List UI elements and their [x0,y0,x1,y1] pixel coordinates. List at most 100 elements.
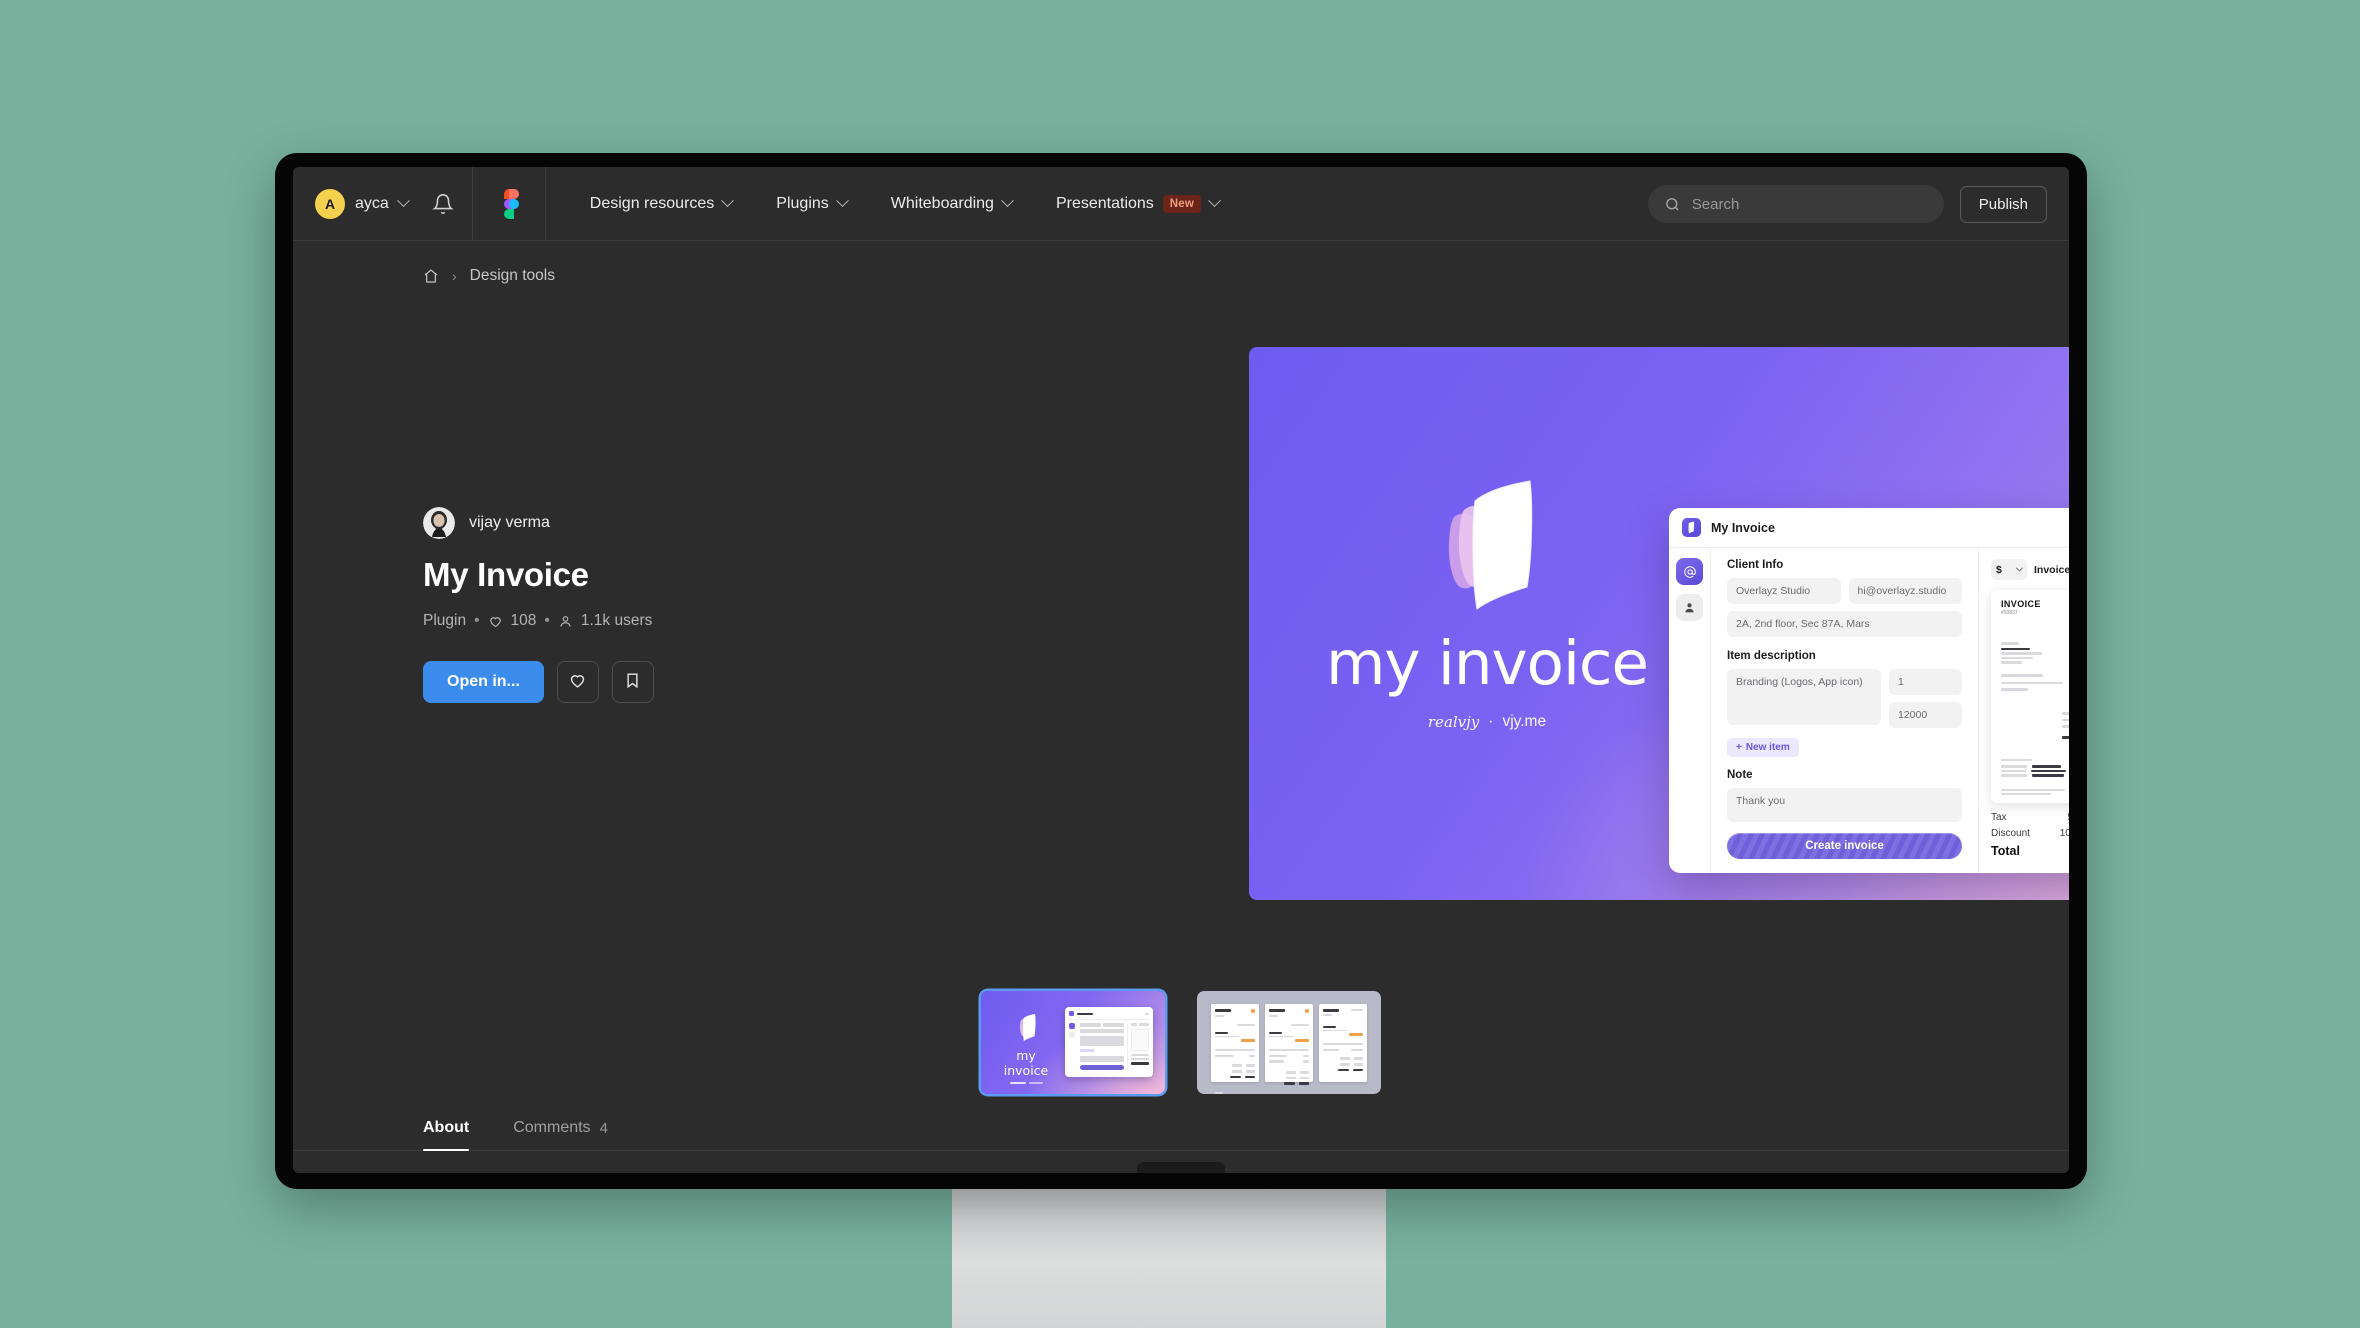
dialog-title: My Invoice [1711,520,1775,535]
thumbnail-cover-dialog [1065,1007,1153,1077]
item-number-fields: 1 12000 [1889,669,1962,728]
nav-link-label: Presentations [1055,194,1154,212]
hero-brand: my invoice realvjy · vjy.me [1322,477,1652,731]
tab-label: Comments [513,1119,591,1136]
breadcrumb: › Design tools [293,241,2069,285]
address-field[interactable]: 2A, 2nd floor, Sec 87A, Mars [1727,611,1962,637]
invoice-number-label: Invoice # [2034,563,2069,576]
like-button[interactable] [556,661,599,703]
nav-link-label: Plugins [776,194,829,212]
create-invoice-button[interactable]: Create invoice [1727,833,1962,859]
dialog-body: Client Info Overlayz Studio hi@overlayz.… [1669,548,2069,873]
hero-preview[interactable]: my invoice realvjy · vjy.me My Invoice C… [1249,347,2069,900]
dialog-invoice-preview: $ Invoice # 93837 INVOICE #93837 [1978,548,2069,873]
invoice-card-title: INVOICE [2001,599,2041,609]
person-icon [558,614,573,629]
invoice-card-number: #93837 [2001,610,2018,616]
thumbnail-cover[interactable]: my invoice [981,991,1165,1094]
dialog-form: Client Info Overlayz Studio hi@overlayz.… [1711,548,1978,873]
company-field[interactable]: Overlayz Studio [1727,578,1841,604]
invoice-card-footer [2001,789,2069,795]
monitor-bezel: A ayca Design resources Plugins Whiteboa… [275,153,2087,1189]
avatar: A [315,188,345,219]
figma-logo-icon[interactable] [499,188,519,219]
screen: A ayca Design resources Plugins Whiteboa… [293,167,2069,1173]
item-description-field[interactable]: Branding (Logos, App icon) [1727,669,1881,725]
account-name: ayca [355,194,389,212]
new-item-button[interactable]: + New item [1727,738,1799,757]
nav-account-group: A ayca [293,167,472,240]
author-row[interactable]: vijay verma [423,507,863,539]
chevron-down-icon [1208,194,1221,208]
email-field[interactable]: hi@overlayz.studio [1848,578,1962,604]
action-row: Open in... [423,661,863,703]
item-description-heading: Item description [1727,650,1816,662]
chevron-down-icon [835,194,849,208]
item-rate-field[interactable]: 12000 [1889,702,1962,728]
author-avatar [423,507,455,539]
preview-toolbar: $ Invoice # 93837 [1991,559,2069,580]
home-icon[interactable] [423,268,439,284]
item-quantity-field[interactable]: 1 [1889,669,1962,695]
currency-select[interactable]: $ [1991,559,2027,580]
client-name-email-row: Overlayz Studio hi@overlayz.studio [1727,578,1962,604]
page-content: › Design tools vijay verma My Invoice Pl… [293,241,2069,1173]
screen-bottom-nub [1137,1162,1225,1173]
user-count: 1.1k users [580,612,653,629]
chevron-down-icon [396,194,410,208]
nav-link-presentations[interactable]: Presentations New [1034,185,1241,223]
grand-total-row: Total $12,384.00 [1991,844,2069,858]
tab-count: 4 [599,1119,608,1137]
bell-icon[interactable] [431,193,454,215]
nav-link-whiteboarding[interactable]: Whiteboarding [869,185,1034,223]
hero-brand-word: my invoice [1326,628,1649,699]
invoice-preview-card: INVOICE #93837 [1991,590,2069,803]
page-title: My Invoice [423,556,589,593]
top-navigation-bar: A ayca Design resources Plugins Whiteboa… [293,167,2069,241]
monitor-scene: A ayca Design resources Plugins Whiteboa… [0,0,2360,1328]
breadcrumb-current[interactable]: Design tools [470,267,555,285]
publish-button[interactable]: Publish [1959,185,2047,223]
thumbnail-pages-row [1197,991,1381,1094]
tab-bar: About Comments 4 [293,1119,2069,1151]
save-button[interactable] [611,661,654,703]
tab-comments[interactable]: Comments 4 [513,1119,608,1150]
thumbnail-invoice-pages[interactable] [1197,991,1381,1094]
nav-right-group: Publish [1647,167,2047,241]
meta-separator: • [544,612,550,629]
search-box[interactable] [1647,185,1944,223]
total-label: Tax [1991,812,2007,823]
hero-brand-subtitle: realvjy · vjy.me [1322,713,1652,731]
like-count: 108 [510,612,537,629]
nav-link-design-resources[interactable]: Design resources [568,185,755,223]
hero-sub-separator: · [1488,713,1494,730]
bookmark-icon [623,671,642,693]
my-invoice-app-icon [1682,518,1701,537]
nav-link-plugins[interactable]: Plugins [754,185,868,223]
meta-separator: • [474,612,480,629]
resource-type: Plugin [423,612,467,629]
at-sign-icon[interactable] [1676,558,1703,585]
person-icon[interactable] [1676,594,1703,621]
note-field[interactable]: Thank you [1727,788,1962,822]
hero-handle: realvjy [1427,713,1480,731]
total-row-tax: Tax 5% $12.00 [1991,812,2069,823]
plus-icon: + [1736,742,1742,753]
nav-links: Design resources Plugins Whiteboarding P… [568,185,1241,223]
breadcrumb-separator: › [452,268,457,284]
total-mid: 1000 [2059,828,2069,839]
client-info-heading: Client Info [1727,559,1784,571]
resource-info-panel: vijay verma My Invoice Plugin • 108 • 1.… [423,507,863,703]
nav-link-label: Whiteboarding [890,194,994,212]
monitor-stand [952,1189,1386,1328]
thumbnail-cover-label: my invoice [1003,1048,1049,1078]
nav-link-label: Design resources [589,194,715,212]
open-in-button[interactable]: Open in... [423,661,544,703]
total-row-discount: Discount 1000 $12.00 [1991,828,2069,839]
tab-label: About [423,1119,470,1136]
invoice-card-payment-details [2001,758,2069,777]
content-row: vijay verma My Invoice Plugin • 108 • 1.… [293,291,2069,1151]
account-menu[interactable]: A ayca [315,188,410,219]
tab-about[interactable]: About [423,1119,470,1151]
search-input[interactable] [1691,195,1928,213]
